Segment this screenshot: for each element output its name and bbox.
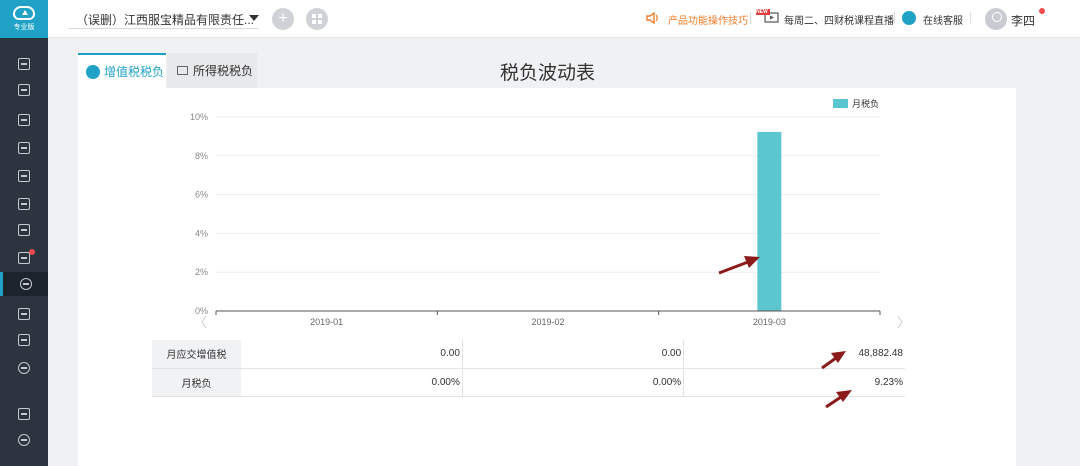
- app-logo[interactable]: 专业版: [0, 0, 48, 38]
- sidebar: 专业版: [0, 0, 48, 466]
- notification-dot: [29, 249, 35, 255]
- avatar[interactable]: [985, 8, 1007, 30]
- sidebar-item-report[interactable]: [0, 52, 48, 76]
- sidebar-item-shield[interactable]: [0, 328, 48, 352]
- calendar-icon: [18, 170, 30, 182]
- user-notification-dot: [1039, 8, 1045, 14]
- tab-label: 所得税税负: [193, 64, 254, 78]
- top-header: （误删）江西服宝精品有限责任... + 产品功能操作技巧 NEW 每周二、四财税…: [48, 0, 1080, 38]
- page-title: 税负波动表: [500, 63, 596, 84]
- y-tick-label: 6%: [195, 190, 208, 200]
- chevron-right-icon[interactable]: [897, 315, 903, 329]
- sidebar-item-tax-burden[interactable]: [0, 272, 48, 296]
- x-tick-label: 2019-02: [531, 317, 564, 327]
- y-tick-label: 4%: [195, 228, 208, 238]
- sidebar-item-speed[interactable]: [0, 428, 48, 452]
- table-cell: 0.00: [462, 340, 685, 369]
- product-tips-link[interactable]: 产品功能操作技巧: [668, 12, 748, 27]
- sidebar-item-search-doc[interactable]: [0, 302, 48, 326]
- sidebar-item-invoice[interactable]: [0, 218, 48, 242]
- cloud-upload-icon: [13, 6, 35, 20]
- speaker-icon: [646, 11, 658, 25]
- table-row: 月应交增值税 0.00 0.00 48,882.48: [152, 340, 905, 369]
- tax-burden-chart: 0% 2% 4% 6% 8% 10% 2019-01 2019-02 2019-03 月税负: [150, 88, 920, 340]
- tab-label: 增值税税负: [104, 65, 165, 79]
- chart-icon: [18, 114, 30, 126]
- y-tick-label: 2%: [195, 267, 208, 277]
- app-edition-label: 专业版: [13, 24, 35, 31]
- company-selector-underline: [68, 28, 258, 29]
- table-cell: 0.00%: [241, 368, 463, 397]
- header-divider: [750, 12, 751, 24]
- settings-icon: [18, 362, 30, 374]
- table-cell: 0.00%: [462, 368, 685, 397]
- add-button[interactable]: +: [272, 8, 294, 30]
- company-selector[interactable]: （误删）江西服宝精品有限责任...: [76, 11, 254, 28]
- grid-icon: [312, 14, 322, 24]
- ledger-icon: [18, 142, 30, 154]
- sidebar-item-book[interactable]: [0, 192, 48, 216]
- sidebar-item-voucher[interactable]: [0, 78, 48, 102]
- table-cell: 48,882.48: [683, 340, 905, 369]
- sidebar-item-video[interactable]: [0, 402, 48, 426]
- tab-income-tax-burden[interactable]: 所得税税负: [167, 53, 257, 88]
- chart-canvas: 0% 2% 4% 6% 8% 10% 2019-01 2019-02 2019-03 月税负: [190, 98, 903, 329]
- y-tick-label: 0%: [195, 306, 208, 316]
- live-course-link[interactable]: 每周二、四财税课程直播: [784, 12, 894, 27]
- online-support-link[interactable]: 在线客服: [923, 12, 963, 27]
- new-badge-label: NEW: [756, 9, 768, 15]
- chevron-left-icon[interactable]: [201, 315, 207, 329]
- table-row: 月税负 0.00% 0.00% 9.23%: [152, 368, 905, 397]
- vat-icon: [86, 64, 100, 79]
- legend-label[interactable]: 月税负: [852, 98, 879, 109]
- invoice-icon: [18, 224, 30, 236]
- user-name[interactable]: 李四: [1011, 12, 1035, 29]
- x-tick-label: 2019-01: [310, 317, 343, 327]
- search-doc-icon: [18, 308, 30, 320]
- tax-report-icon: [18, 252, 30, 264]
- shield-icon: [18, 334, 30, 346]
- video-icon: [18, 408, 30, 420]
- x-tick-label: 2019-03: [753, 317, 786, 327]
- y-tick-label: 8%: [195, 151, 208, 161]
- book-icon: [18, 198, 30, 210]
- sidebar-item-calendar[interactable]: [0, 164, 48, 188]
- header-divider: [970, 12, 971, 24]
- sidebar-item-ledger[interactable]: [0, 136, 48, 160]
- table-cell: 0.00: [241, 340, 463, 369]
- y-tick-label: 10%: [190, 112, 208, 122]
- report-icon: [18, 58, 30, 70]
- apps-button[interactable]: [306, 8, 328, 30]
- sidebar-item-settings[interactable]: [0, 356, 48, 380]
- document-icon: [177, 66, 188, 75]
- speed-icon: [18, 434, 30, 446]
- row-label: 月应交增值税: [152, 340, 242, 369]
- tax-burden-icon: [19, 278, 32, 290]
- customer-service-icon: [902, 11, 916, 25]
- bar[interactable]: [757, 131, 782, 311]
- legend-swatch: [833, 99, 848, 108]
- voucher-icon: [18, 84, 30, 96]
- tax-data-table: 月应交增值税 0.00 0.00 48,882.48 月税负 0.00% 0.0…: [152, 340, 905, 397]
- header-divider: [894, 12, 895, 24]
- sidebar-item-chart[interactable]: [0, 108, 48, 132]
- tab-vat-burden[interactable]: 增值税税负: [78, 53, 166, 88]
- chevron-down-icon[interactable]: [249, 15, 259, 21]
- row-label: 月税负: [152, 368, 242, 397]
- sidebar-item-tax-report[interactable]: [0, 246, 48, 270]
- table-cell: 9.23%: [683, 368, 905, 397]
